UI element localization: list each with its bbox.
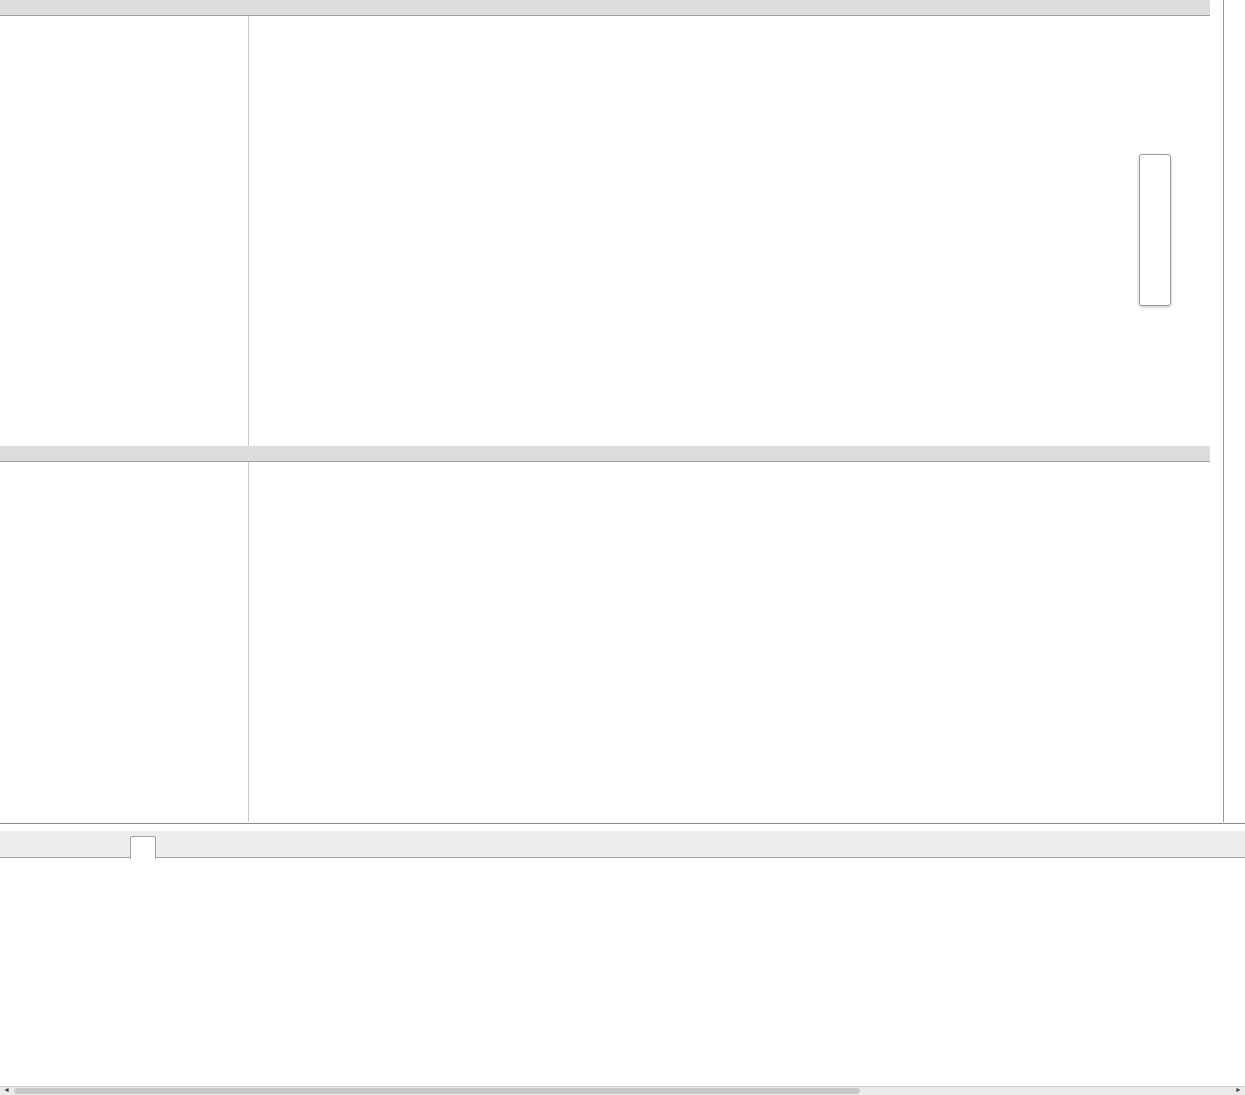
details-panel	[0, 823, 1245, 1087]
tab-slice[interactable]	[130, 836, 156, 859]
gpu-pane-header	[0, 0, 1210, 16]
trace-tool-palette	[1139, 154, 1171, 306]
cpu-pane-header	[0, 446, 1210, 462]
scroll-right-button[interactable]: ►	[1232, 1087, 1245, 1095]
horizontal-scrollbar[interactable]: ◄ ►	[0, 1086, 1245, 1095]
trace-events-layer	[0, 0, 1210, 822]
hscroll-thumb[interactable]	[14, 1088, 860, 1094]
scroll-left-button[interactable]: ◄	[0, 1087, 13, 1095]
details-tab-bar	[0, 831, 1245, 858]
trace-viewer: ▼ ◄ ►	[0, 0, 1245, 1095]
timeline-area: ▼	[0, 0, 1210, 822]
side-tab-strip	[1223, 0, 1245, 822]
